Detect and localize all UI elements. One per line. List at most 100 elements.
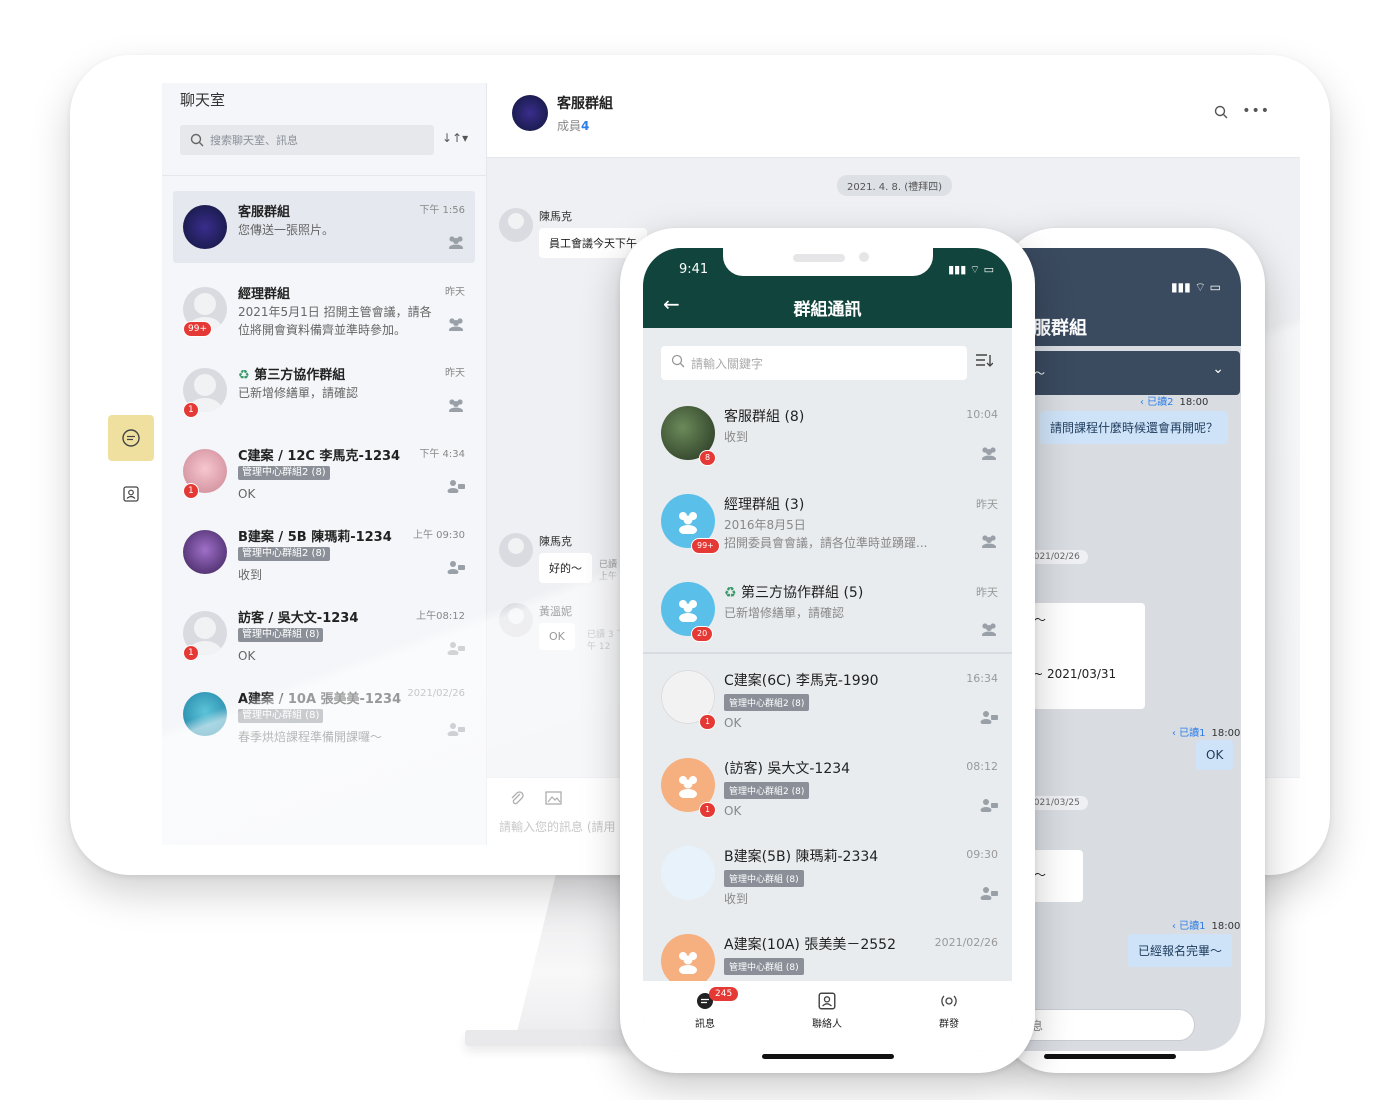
tab-badge: 245: [709, 987, 739, 1001]
status-time: 9:41: [679, 262, 709, 277]
back-phone-header: ▮▮▮ ⌔ ▭ 客服群組: [1000, 248, 1241, 346]
chat-list-item[interactable]: 1 C建案(6C) 李馬克-1990 16:34 管理中心群組2 (8) OK: [643, 660, 1012, 746]
chat-name: 經理群組: [238, 287, 291, 302]
group-list-item[interactable]: 20 ♻ 第三方協作群組 (5) 昨天 已新增修繕單，請確認: [643, 572, 1012, 658]
members-number: 4: [581, 119, 590, 133]
read-receipt: ‹ 已讀1: [1172, 921, 1206, 932]
group-name: ♻ 第三方協作群組 (5): [724, 582, 863, 602]
group-time: 10:04: [966, 408, 998, 421]
recycle-icon: ♻: [238, 368, 250, 383]
filter-icon[interactable]: [975, 352, 993, 368]
chat-item[interactable]: B建案 / 5B 陳瑪莉-1234 上午 09:30 管理中心群組2 (8) 收…: [173, 516, 475, 588]
unread-badge: 1: [699, 802, 717, 818]
chat-time: 昨天: [445, 368, 465, 379]
left-rail: [108, 415, 154, 535]
chevron-down-icon: ⌄: [1212, 361, 1224, 377]
message-meta: ‹ 已讀1 18:00: [1172, 917, 1240, 932]
unread-badge: 99+: [691, 538, 720, 554]
group-avatar-icon: [679, 952, 697, 974]
chat-name-text: 第三方協作群組: [254, 368, 346, 383]
chat-list-item[interactable]: 1 (訪客) 吳大文-1234 08:12 管理中心群組2 (8) OK: [643, 748, 1012, 834]
chat-preview: 收到: [724, 892, 749, 906]
chat-preview: 春季烘焙課程準備開課囉～: [238, 730, 383, 744]
chat-time: 2021/02/26: [934, 936, 998, 949]
tab-broadcast[interactable]: 群發: [919, 991, 979, 1030]
chat-preview: OK: [724, 716, 742, 730]
group-chat-icon: [447, 480, 465, 493]
search-placeholder: 搜索聊天室、訊息: [210, 134, 298, 147]
unread-badge: 20: [691, 626, 714, 642]
chat-item[interactable]: 1 ♻ 第三方協作群組 昨天 已新增修繕單，請確認: [173, 354, 475, 426]
message-input[interactable]: 請輸入您的訊息 (請用: [499, 818, 616, 835]
chat-item[interactable]: 1 訪客 / 吳大文-1234 上午08:12 管理中心群組 (8) OK: [173, 597, 475, 669]
tab-label: 聯絡人: [812, 1019, 842, 1030]
chat-list-item[interactable]: B建案(5B) 陳瑪莉-2334 09:30 管理中心群組 (8) 收到: [643, 836, 1012, 922]
search-icon: [190, 133, 204, 147]
chat-time: 08:12: [966, 760, 998, 773]
group-avatar-icon: [679, 776, 697, 798]
message-bubble: OK: [539, 623, 575, 650]
chat-name: 客服群組: [238, 205, 291, 220]
chat-item[interactable]: 99+ 經理群組 昨天 2021年5月1日 招開主管會議，請各位將開會資料備齊並…: [173, 273, 475, 345]
messages-rail-button[interactable]: [108, 415, 154, 461]
home-indicator: [761, 1054, 894, 1059]
sort-icon[interactable]: ↓↑▾: [442, 131, 468, 145]
chat-search-input[interactable]: 搜索聊天室、訊息: [180, 125, 434, 155]
group-tag: 管理中心群組 (8): [724, 870, 804, 887]
status-icons: ▮▮▮ ⌔ ▭: [1170, 280, 1221, 294]
sender-name: 陳馬克: [539, 535, 572, 548]
attachment-icon[interactable]: [509, 790, 525, 806]
chat-time: 下午 4:34: [419, 449, 465, 460]
status-icons: ▮▮▮ ⌔ ▭: [948, 263, 994, 276]
front-phone-title: 群組通訊: [793, 300, 862, 320]
unread-badge: 8: [699, 450, 717, 466]
announcement-dropdown[interactable]: 課囉～ ⌄: [1000, 351, 1240, 395]
group-avatar-icon: [679, 600, 697, 622]
avatar: [499, 533, 533, 567]
chat-name: B建案 / 5B 陳瑪莉-1234: [238, 530, 392, 545]
chat-name: A建案 / 10A 張美美-1234: [238, 692, 402, 707]
keyword-search-input[interactable]: 請輸入關鍵字: [661, 346, 967, 380]
date-divider: 2021. 4. 8. (禮拜四): [837, 175, 953, 196]
front-phone: 9:41 ▮▮▮ ⌔ ▭ ← 群組通訊 請輸入關鍵字 8 客服群組 (8) 10…: [620, 228, 1035, 1073]
group-avatar: [512, 95, 548, 131]
unread-badge: 1: [183, 483, 199, 499]
sender-name: 黃溫妮: [539, 605, 572, 618]
search-placeholder: 請輸入關鍵字: [691, 357, 764, 371]
group-icon: [982, 535, 996, 548]
chat-item[interactable]: A建案 / 10A 張美美-1234 2021/02/26 管理中心群組 (8)…: [173, 678, 475, 750]
group-preview: 已新增修繕單，請確認: [724, 606, 845, 620]
search-icon[interactable]: [1214, 105, 1228, 119]
group-preview: 收到: [724, 430, 749, 444]
group-tag: 管理中心群組 (8): [724, 958, 804, 975]
message-meta: ‹ 已讀1 18:00: [1172, 724, 1240, 739]
sent-bubble: 已經報名完畢～: [1128, 934, 1233, 967]
chat-name: C建案(6C) 李馬克-1990: [724, 673, 879, 689]
group-tag: 管理中心群組 (8): [238, 628, 324, 642]
bottom-tab-bar: 245 訊息 聯絡人 群發: [643, 981, 1012, 1051]
avatar: [183, 530, 227, 574]
group-tag: 管理中心群組2 (8): [724, 782, 810, 799]
group-list-item[interactable]: 8 客服群組 (8) 10:04 收到: [643, 396, 1012, 482]
more-icon[interactable]: •••: [1242, 103, 1270, 119]
members-count[interactable]: 成員4: [557, 117, 589, 134]
chat-item[interactable]: 1 C建案 / 12C 李馬克-1234 下午 4:34 管理中心群組2 (8)…: [173, 435, 475, 507]
message-time: 18:00: [1211, 921, 1241, 932]
group-list-item[interactable]: 99+ 經理群組 (3) 昨天 2016年8月5日 招開委員會會議，請各位準時並…: [643, 484, 1012, 570]
chat-item[interactable]: 客服群組 下午 1:56 您傳送一張照片。: [173, 191, 475, 263]
chat-bubble-icon: [122, 429, 140, 447]
tab-messages[interactable]: 245 訊息: [675, 987, 739, 1030]
tab-label: 訊息: [695, 1019, 715, 1030]
group-avatar-icon: [679, 512, 697, 534]
group-chat-icon: [447, 642, 465, 655]
avatar: [661, 846, 715, 900]
message-bubble: 好的～: [539, 553, 592, 583]
contacts-rail-button[interactable]: [108, 471, 154, 517]
group-preview: 招開委員會會議，請各位準時並踴躍...: [724, 536, 928, 550]
group-icon: [449, 236, 463, 249]
chat-preview: 2021年5月1日 招開主管會議，請各位將開會資料備齊並準時參加。: [238, 305, 432, 337]
tab-contacts[interactable]: 聯絡人: [797, 991, 857, 1030]
chat-time: 上午 09:30: [413, 530, 465, 541]
avatar: [499, 603, 533, 637]
image-icon[interactable]: [545, 790, 563, 806]
